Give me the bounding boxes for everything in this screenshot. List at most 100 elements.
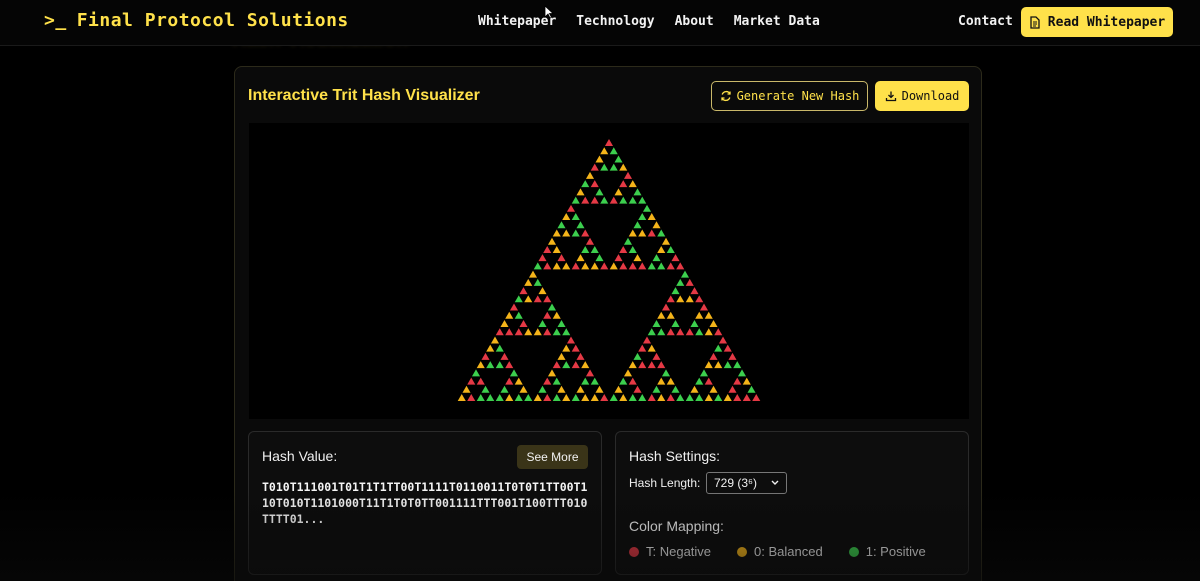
- trit-cell: [524, 295, 533, 303]
- trit-cell: [595, 254, 604, 262]
- trit-cell: [742, 377, 751, 385]
- download-button[interactable]: Download: [875, 81, 969, 111]
- brand-logo[interactable]: >_ Final Protocol Solutions: [44, 10, 349, 31]
- trit-cell: [505, 394, 514, 402]
- trit-cell: [747, 385, 756, 393]
- color-legend: T: Negative 0: Balanced 1: Positive: [629, 544, 926, 559]
- trit-cell: [733, 361, 742, 369]
- trit-cell: [543, 245, 552, 253]
- generate-label: Generate New Hash: [736, 89, 860, 103]
- trit-cell: [538, 287, 547, 295]
- trit-cell: [657, 394, 666, 402]
- trit-cell: [581, 180, 590, 188]
- trit-cell: [509, 303, 519, 311]
- trit-cell: [600, 394, 609, 402]
- trit-cell: [543, 377, 552, 385]
- trit-cell: [519, 287, 528, 295]
- trit-cell: [571, 344, 580, 352]
- trit-cell: [657, 361, 666, 369]
- trit-cell: [566, 336, 576, 344]
- trit-cell: [657, 262, 666, 270]
- trit-cell: [557, 352, 566, 360]
- legend-item-negative: T: Negative: [629, 544, 711, 559]
- trit-cell: [533, 262, 542, 270]
- trit-cell: [609, 163, 618, 171]
- trit-cell: [676, 262, 685, 270]
- nav-link-market-data[interactable]: Market Data: [734, 14, 820, 29]
- trit-cell: [571, 262, 580, 270]
- trit-cell: [552, 245, 561, 253]
- trit-cell: [552, 328, 561, 336]
- trit-cell: [628, 394, 637, 402]
- trit-cell: [590, 245, 599, 253]
- trit-cell: [514, 328, 523, 336]
- trit-cell: [619, 163, 628, 171]
- trit-cell: [581, 394, 590, 402]
- trit-cell: [481, 385, 490, 393]
- trit-cell: [543, 394, 552, 402]
- brand-name: Final Protocol Solutions: [76, 10, 349, 31]
- trit-cell: [581, 196, 590, 204]
- trit-cell: [467, 377, 476, 385]
- hash-value-panel: Hash Value: See More T010T111001T01T1T1T…: [248, 431, 602, 575]
- trit-cell: [742, 394, 751, 402]
- trit-cell: [533, 328, 542, 336]
- trit-cell: [609, 394, 618, 402]
- trit-cell: [619, 196, 628, 204]
- trit-cell: [533, 394, 542, 402]
- trit-cell: [676, 278, 685, 286]
- trit-cell: [709, 319, 718, 327]
- trit-cell: [728, 352, 737, 360]
- trit-cell: [666, 295, 675, 303]
- trit-cell: [704, 328, 713, 336]
- trit-cell: [590, 262, 599, 270]
- read-whitepaper-button[interactable]: Read Whitepaper: [1021, 7, 1173, 37]
- legend-negative-label: T: Negative: [646, 544, 712, 559]
- trit-cell: [628, 180, 637, 188]
- trit-cell: [666, 311, 675, 319]
- nav-link-technology[interactable]: Technology: [576, 14, 654, 29]
- trit-cell: [690, 287, 699, 295]
- trit-cell: [595, 385, 604, 393]
- trit-cell: [619, 262, 628, 270]
- generate-new-hash-button[interactable]: Generate New Hash: [711, 81, 868, 111]
- nav-link-about[interactable]: About: [675, 14, 714, 29]
- trit-cell: [704, 394, 713, 402]
- trit-cell: [671, 385, 680, 393]
- legend-item-balanced: 0: Balanced: [737, 544, 823, 559]
- trit-cell: [509, 369, 519, 377]
- trit-cell: [581, 377, 590, 385]
- hash-value-label: Hash Value:: [262, 448, 338, 464]
- trit-cell: [638, 213, 647, 221]
- trit-cell: [543, 311, 552, 319]
- top-navbar: >_ Final Protocol Solutions Whitepaper Te…: [0, 0, 1200, 46]
- trit-cell: [524, 394, 533, 402]
- trit-cell: [728, 385, 737, 393]
- trit-cell: [562, 262, 571, 270]
- trit-cell: [467, 394, 476, 402]
- trit-cell: [486, 361, 495, 369]
- trit-cell: [671, 319, 680, 327]
- trit-cell: [647, 328, 656, 336]
- hash-canvas[interactable]: [249, 123, 969, 419]
- see-more-button[interactable]: See More: [517, 445, 588, 469]
- trit-cell: [628, 245, 637, 253]
- trit-cell: [476, 361, 485, 369]
- trit-cell: [462, 385, 471, 393]
- trit-cell: [714, 361, 723, 369]
- nav-link-contact[interactable]: Contact: [958, 14, 1013, 29]
- trit-cell: [666, 394, 675, 402]
- trit-cell: [657, 377, 666, 385]
- terminal-prompt-icon: >_: [44, 10, 67, 31]
- hash-length-select[interactable]: 729 (3⁶): [706, 472, 787, 494]
- hash-settings-label: Hash Settings:: [629, 448, 721, 464]
- trit-cell: [562, 394, 571, 402]
- trit-cell: [495, 328, 504, 336]
- trit-cell: [704, 361, 713, 369]
- trit-cell: [562, 361, 571, 369]
- trit-cell: [652, 385, 661, 393]
- trit-cell: [528, 270, 538, 278]
- trit-cell: [652, 254, 661, 262]
- trit-cell: [566, 204, 576, 212]
- trit-cell: [685, 394, 694, 402]
